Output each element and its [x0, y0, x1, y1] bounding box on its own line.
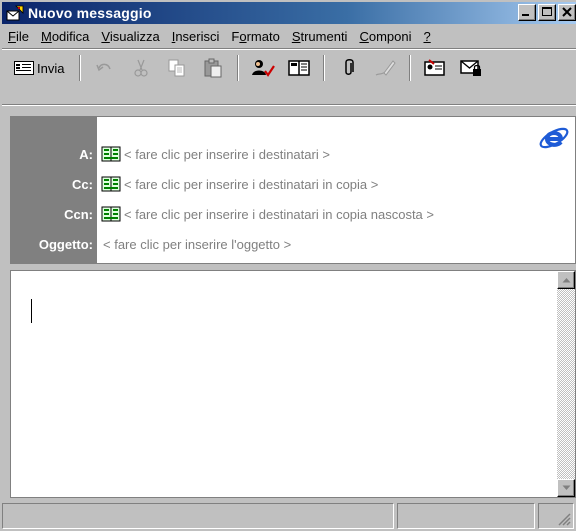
scroll-up-button[interactable] — [557, 271, 575, 289]
menu-label-post: ile — [15, 28, 29, 44]
address-book-icon[interactable] — [101, 176, 121, 192]
menu-label-post: nserisci — [175, 28, 220, 44]
menu-format[interactable]: Formato — [225, 29, 285, 44]
address-book-button[interactable] — [286, 56, 312, 80]
business-card-icon — [424, 59, 446, 76]
cc-field[interactable]: < fare clic per inserire i destinatari i… — [101, 176, 378, 192]
address-book-icon[interactable] — [101, 206, 121, 222]
attach-icon — [345, 59, 355, 75]
address-book-icon[interactable] — [101, 146, 121, 162]
menu-label-mnemonic: C — [359, 28, 369, 44]
undo-button[interactable] — [92, 56, 118, 80]
business-card-button[interactable] — [422, 56, 448, 80]
bcc-placeholder: < fare clic per inserire i destinatari i… — [124, 206, 434, 222]
menu-label-post: omponi — [368, 28, 412, 44]
cut-icon — [134, 59, 149, 77]
paste-button[interactable] — [200, 56, 226, 80]
menu-edit[interactable]: Modifica — [35, 29, 95, 44]
menu-insert[interactable]: Inserisci — [166, 29, 226, 44]
size-grip[interactable] — [538, 503, 574, 529]
menu-tools[interactable]: Strumenti — [286, 29, 354, 44]
menu-label-post: trumenti — [300, 28, 348, 44]
check-names-button[interactable] — [250, 56, 276, 80]
encrypt-button[interactable] — [458, 56, 484, 80]
menu-file[interactable]: File — [2, 29, 35, 44]
bcc-label: Ccn: — [64, 206, 93, 222]
toolbar-divider — [2, 48, 576, 50]
menu-label-mnemonic: M — [40, 28, 52, 44]
toolbar-separator — [237, 55, 240, 81]
copy-icon — [168, 59, 185, 77]
subject-label: Oggetto: — [38, 236, 93, 252]
arrow-down-icon — [562, 485, 570, 490]
arrow-up-icon — [562, 278, 570, 283]
window-controls — [516, 4, 576, 21]
status-panel-secondary — [397, 503, 535, 529]
cut-button[interactable] — [128, 56, 154, 80]
menu-label-mnemonic: o — [239, 28, 247, 44]
address-book-icon — [288, 60, 311, 76]
to-label: A: — [79, 146, 93, 162]
menu-label-mnemonic: ? — [423, 28, 431, 44]
menu-label-mnemonic: F — [8, 28, 16, 44]
vertical-scrollbar[interactable] — [557, 271, 575, 497]
menu-bar: File Modifica Visualizza Inserisci Forma… — [2, 26, 576, 46]
ie-logo-icon — [537, 123, 571, 156]
resize-grip-icon — [558, 513, 571, 526]
maximize-icon — [542, 7, 552, 16]
title-bar[interactable]: Nuovo messaggio — [2, 2, 576, 24]
message-body-editor[interactable] — [10, 270, 576, 498]
subject-field[interactable]: < fare clic per inserire l'oggetto > — [103, 237, 291, 252]
cc-placeholder: < fare clic per inserire i destinatari i… — [124, 176, 379, 192]
minimize-icon — [522, 14, 529, 16]
menu-help[interactable]: ? — [417, 29, 436, 44]
menu-compose[interactable]: Componi — [353, 29, 417, 44]
status-panel-main — [2, 503, 394, 529]
send-button[interactable]: Invia — [10, 56, 68, 80]
new-message-icon — [6, 4, 24, 22]
check-names-icon — [252, 60, 276, 77]
send-icon — [14, 61, 34, 75]
scroll-down-button[interactable] — [557, 479, 575, 497]
signature-icon — [376, 60, 397, 76]
menu-label-mnemonic: V — [101, 28, 110, 44]
window-title: Nuovo messaggio — [28, 5, 152, 21]
bcc-field[interactable]: < fare clic per inserire i destinatari i… — [101, 206, 434, 222]
bcc-row: Ccn: < fare clic per inserire i destinat… — [11, 203, 571, 225]
menu-view[interactable]: Visualizza — [95, 29, 165, 44]
close-icon — [562, 7, 572, 17]
maximize-button[interactable] — [538, 4, 556, 21]
cc-label: Cc: — [72, 176, 93, 192]
toolbar-separator — [323, 55, 326, 81]
paste-icon — [204, 58, 222, 78]
menu-label-post: odifica — [51, 28, 90, 44]
toolbar-bottom-divider — [2, 104, 576, 106]
toolbar: Invia — [2, 52, 576, 84]
send-button-label: Invia — [37, 60, 65, 76]
menu-label-post: rmato — [246, 28, 280, 44]
toolbar-separator — [409, 55, 412, 81]
menu-label-post: isualizza — [109, 28, 160, 44]
to-placeholder: < fare clic per inserire i destinatari > — [124, 146, 330, 162]
copy-button[interactable] — [164, 56, 190, 80]
close-button[interactable] — [558, 4, 576, 21]
signature-button[interactable] — [372, 56, 398, 80]
status-bar — [2, 503, 576, 529]
toolbar-separator — [79, 55, 82, 81]
compose-window: Nuovo messaggio File Modifica Visualizza… — [0, 0, 576, 531]
to-field[interactable]: < fare clic per inserire i destinatari > — [101, 146, 330, 162]
subject-placeholder: < fare clic per inserire l'oggetto > — [103, 236, 292, 252]
attach-button[interactable] — [336, 56, 362, 80]
subject-row: Oggetto: < fare clic per inserire l'ogge… — [11, 233, 571, 255]
text-cursor — [31, 299, 32, 323]
to-row: A: < fare clic per inserire i destinatar… — [11, 143, 571, 165]
message-header-panel: A: < fare clic per inserire i destinatar… — [10, 116, 576, 264]
cc-row: Cc: < fare clic per inserire i destinata… — [11, 173, 571, 195]
undo-icon — [96, 63, 112, 72]
minimize-button[interactable] — [518, 4, 536, 21]
encrypt-icon — [460, 60, 482, 76]
